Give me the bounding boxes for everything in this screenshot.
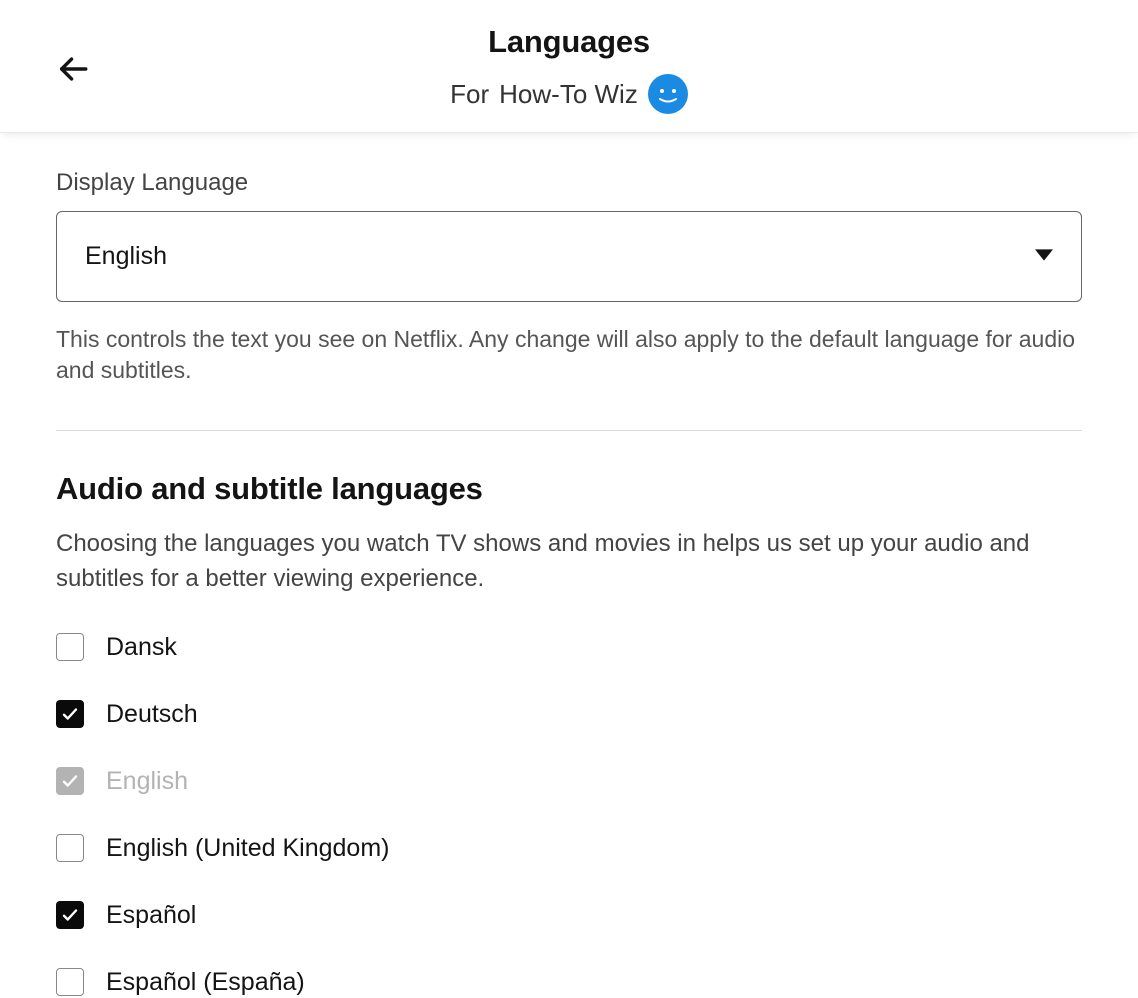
avatar [648,74,688,114]
display-language-value: English [85,242,167,271]
language-label: Dansk [106,633,177,662]
language-list: Dansk Deutsch English English (United Kingd… [56,633,1082,997]
language-checkbox [56,767,84,795]
language-label: English [106,767,188,796]
language-checkbox[interactable] [56,968,84,996]
profile-name: How-To Wiz [499,79,638,110]
language-checkbox[interactable] [56,633,84,661]
list-item: Español (España) [56,968,1082,997]
audio-subtitle-title: Audio and subtitle languages [56,471,1082,507]
list-item: Dansk [56,633,1082,662]
language-checkbox[interactable] [56,834,84,862]
display-language-label: Display Language [56,169,1082,197]
language-label: Deutsch [106,700,198,729]
subtitle-prefix: For [450,79,489,110]
language-checkbox[interactable] [56,901,84,929]
divider [56,430,1082,431]
language-label: Español (España) [106,968,305,997]
language-label: English (United Kingdom) [106,834,389,863]
profile-subtitle: For How-To Wiz [450,74,688,114]
back-arrow-icon[interactable] [56,52,90,86]
language-checkbox[interactable] [56,700,84,728]
language-label: Español [106,901,196,930]
list-item: English (United Kingdom) [56,834,1082,863]
page-title: Languages [56,24,1082,60]
main-content: Display Language English This controls t… [0,133,1138,997]
page-header: Languages For How-To Wiz [0,0,1138,133]
audio-subtitle-description: Choosing the languages you watch TV show… [56,527,1082,597]
display-language-helper: This controls the text you see on Netfli… [56,324,1082,386]
list-item: Español [56,901,1082,930]
list-item: English [56,767,1082,796]
caret-down-icon [1035,248,1053,266]
display-language-select[interactable]: English [56,211,1082,302]
list-item: Deutsch [56,700,1082,729]
